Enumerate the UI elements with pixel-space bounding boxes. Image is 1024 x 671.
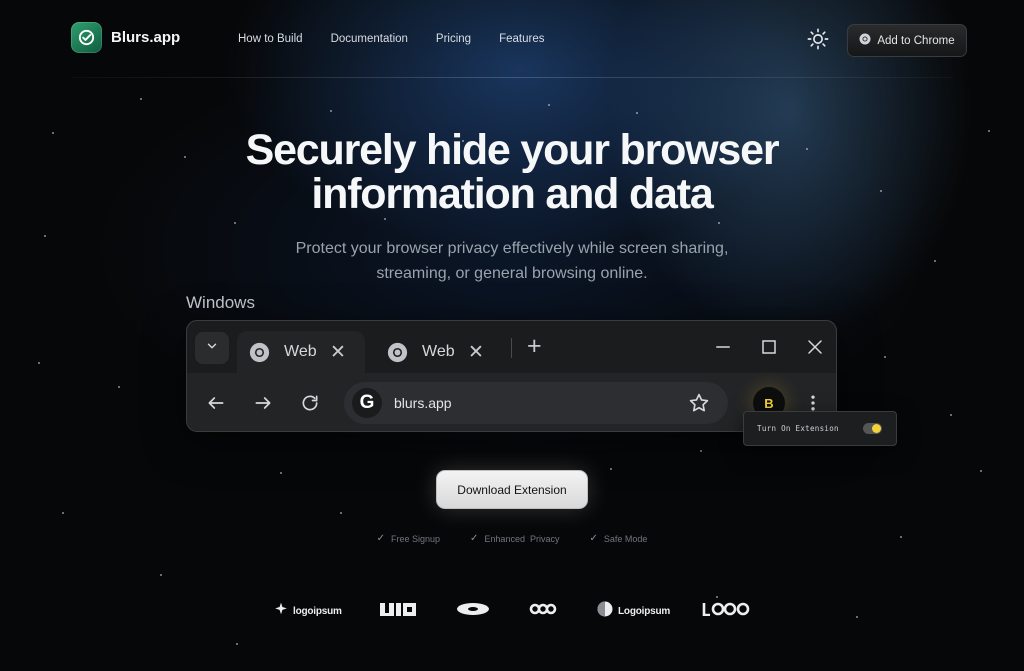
close-window-icon[interactable] [803, 335, 827, 359]
feature-label: Free Signup [391, 533, 441, 544]
partner-logo [702, 600, 750, 622]
back-arrow-icon[interactable] [204, 391, 228, 415]
partner-logo [456, 600, 490, 622]
browser-preview: Web ✕ Web ✕ + G blurs.app B [186, 320, 837, 432]
extension-toggle-knob [872, 424, 881, 433]
tab-active[interactable]: Web ✕ [237, 331, 365, 373]
tab-title: Web [284, 343, 317, 360]
hero-subtitle-line-1: Protect your browser privacy effectively… [295, 240, 729, 257]
top-navbar: Blurs.app How to Build Documentation Pri… [0, 0, 1024, 78]
chevron-down-icon [205, 339, 219, 358]
nav-divider [72, 77, 952, 78]
nav-links: How to Build Documentation Pricing Featu… [238, 33, 544, 45]
infinity-icon [527, 601, 559, 622]
hero-title: Securely hide your browser information a… [0, 128, 1024, 216]
google-g-icon: G [352, 388, 382, 418]
extension-popup: Turn On Extension [743, 411, 897, 446]
disc-icon [456, 602, 490, 621]
loop-icon [702, 602, 750, 621]
hero-subtitle-line-2: streaming, or general browsing online. [376, 265, 648, 282]
address-bar[interactable]: G blurs.app [344, 382, 728, 424]
tab-title: Web [422, 343, 455, 360]
bookmark-star-icon[interactable] [687, 391, 711, 415]
add-to-chrome-label: Add to Chrome [877, 34, 955, 47]
feature-label: Enhanced Privacy [484, 533, 560, 544]
minimize-icon[interactable] [711, 335, 735, 359]
check-icon: ✓ [589, 533, 598, 544]
add-to-chrome-button[interactable]: Add to Chrome [847, 24, 967, 57]
partner-logo: logoipsum [274, 600, 342, 622]
tab-separator [511, 338, 512, 358]
nav-link-features[interactable]: Features [499, 33, 544, 45]
theme-toggle-sun-icon[interactable] [806, 27, 830, 51]
hero-title-line-1: Securely hide your browser [245, 126, 780, 174]
partner-logo [378, 600, 418, 622]
chrome-icon [859, 33, 871, 48]
sphere-icon [597, 601, 613, 622]
tab-inactive[interactable]: Web ✕ [375, 331, 499, 373]
brand-home-link[interactable]: Blurs.app [71, 22, 180, 53]
wordmark-icon [378, 601, 418, 622]
maximize-icon[interactable] [757, 335, 781, 359]
partner-logos: logoipsum Logoipsum [0, 600, 1024, 622]
hero-subtitle: Protect your browser privacy effectively… [262, 236, 762, 286]
address-bar-url: blurs.app [394, 395, 452, 411]
check-icon: ✓ [376, 533, 385, 544]
feature-item: ✓ Safe Mode [589, 533, 647, 544]
partner-logo [527, 600, 559, 622]
forward-arrow-icon[interactable] [251, 391, 275, 415]
feature-item: ✓ Free Signup [377, 533, 440, 544]
check-shield-logo-icon [71, 22, 102, 53]
reload-icon[interactable] [298, 391, 322, 415]
tab-search-button[interactable] [195, 332, 229, 364]
sparkle-icon [274, 602, 288, 621]
check-icon: ✓ [470, 533, 479, 544]
extension-toggle-switch[interactable] [863, 423, 882, 434]
tab-strip: Web ✕ Web ✕ + [187, 321, 836, 373]
nav-link-documentation[interactable]: Documentation [331, 33, 408, 45]
partner-logo-text: Logoipsum [618, 605, 671, 617]
tab-close-icon[interactable]: ✕ [330, 343, 346, 362]
new-tab-plus-icon[interactable]: + [527, 334, 542, 359]
download-extension-button[interactable]: Download Extension [436, 470, 588, 509]
partner-logo: Logoipsum [597, 600, 670, 622]
browser-toolbar: G blurs.app B [187, 373, 836, 433]
nav-link-pricing[interactable]: Pricing [436, 33, 471, 45]
nav-link-how-to-build[interactable]: How to Build [238, 33, 303, 45]
feature-item: ✓ Enhanced Privacy [470, 533, 559, 544]
os-label: Windows [186, 293, 255, 312]
brand-name: Blurs.app [111, 29, 181, 46]
feature-list: ✓ Free Signup ✓ Enhanced Privacy ✓ Safe … [0, 533, 1024, 544]
hero-title-line-2: information and data [311, 170, 713, 218]
extension-popup-label: Turn On Extension [757, 424, 839, 433]
chrome-favicon-icon [387, 342, 408, 363]
partner-logo-text: logoipsum [293, 605, 342, 617]
tab-close-icon[interactable]: ✕ [468, 343, 484, 362]
chrome-favicon-icon [249, 342, 270, 363]
feature-label: Safe Mode [603, 533, 648, 544]
